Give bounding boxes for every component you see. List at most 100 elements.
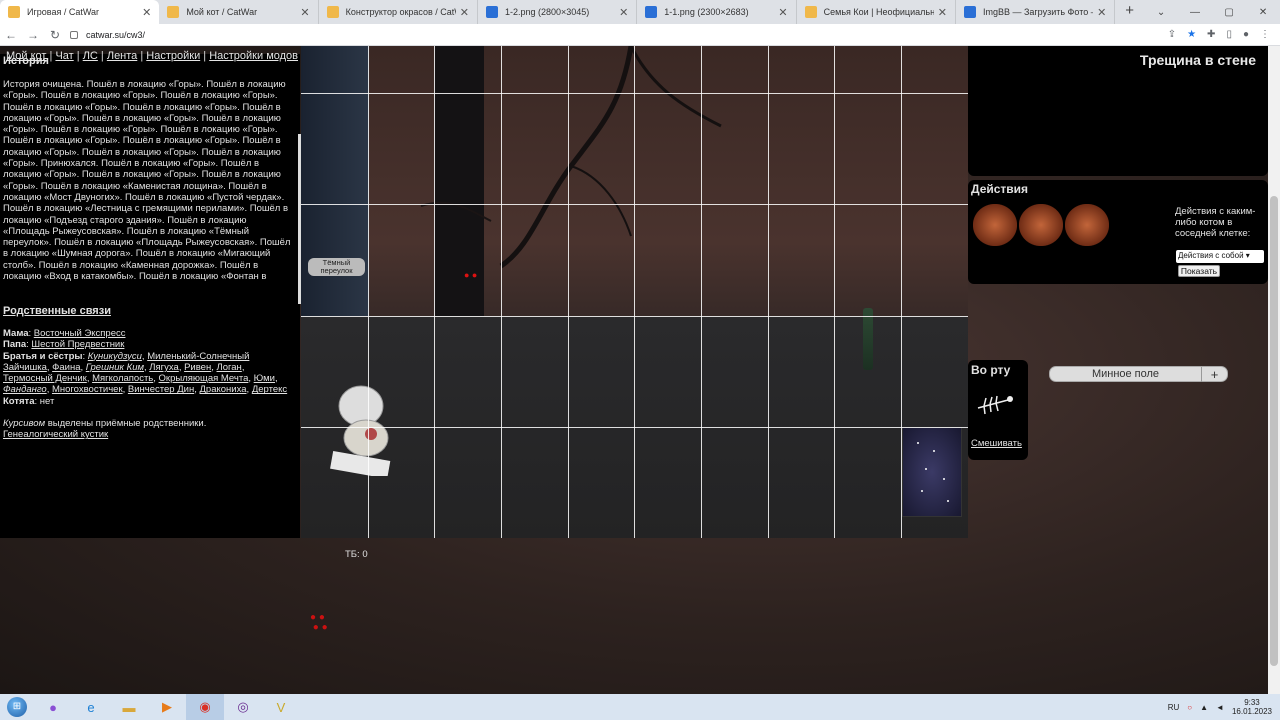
profile-icon[interactable]: ● — [1243, 29, 1249, 40]
cat-action-3-icon[interactable] — [1065, 204, 1109, 246]
ie-icon: e — [87, 699, 95, 715]
sidepanel-icon[interactable]: ▯ — [1226, 29, 1232, 40]
browser-tab-6[interactable]: ImgBB — Загрузить Фото — Хо ✕ — [956, 0, 1116, 24]
tab-title: Семья Кои | Неофициальная гр — [823, 7, 934, 17]
family-tree-link[interactable]: Генеалогический кустик — [3, 429, 108, 440]
sibling-link[interactable]: Термосный Денчик — [3, 373, 87, 384]
sibling-link[interactable]: Ривен — [184, 362, 211, 373]
sibling-link[interactable]: Мягколапость — [92, 373, 153, 384]
sibling-link[interactable]: Окрыляющая Мечта — [159, 373, 249, 384]
tab-title: Игровая / CatWar — [27, 7, 99, 17]
sibling-link[interactable]: Лягуха — [149, 362, 179, 373]
nav-chat[interactable]: Чат — [55, 50, 73, 62]
start-button[interactable]: ⊞ — [0, 694, 34, 720]
maximize-icon[interactable]: ▢ — [1212, 7, 1246, 18]
relatives-title[interactable]: Родственные связи — [3, 305, 111, 317]
show-button[interactable]: Показать — [1178, 265, 1220, 277]
location-grid — [301, 46, 968, 538]
v-app-icon: V — [276, 699, 286, 715]
close-icon[interactable]: ✕ — [938, 6, 947, 19]
taskbar-media[interactable]: ▶ — [148, 694, 186, 720]
nav-settings[interactable]: Настройки — [146, 50, 200, 62]
opera-tray-icon[interactable]: ○ — [1187, 703, 1192, 712]
taskbar-explorer[interactable]: ▬ — [110, 694, 148, 720]
mix-link[interactable]: Смешивать — [971, 438, 1022, 449]
sibling-link[interactable]: Логан — [217, 362, 242, 373]
forward-icon[interactable]: → — [22, 28, 44, 42]
mama-link[interactable]: Восточный Экспресс — [34, 328, 126, 339]
nav-pm[interactable]: ЛС — [83, 50, 98, 62]
sibling-link[interactable]: Грешник Ким — [86, 362, 144, 373]
taskbar-ie[interactable]: e — [72, 694, 110, 720]
browser-tab-0[interactable]: Игровая / CatWar ✕ — [0, 0, 160, 24]
taskbar-app-1[interactable]: ● — [34, 694, 72, 720]
mouth-title: Во рту — [971, 363, 1011, 377]
browser-tab-1[interactable]: Мой кот / CatWar ✕ — [159, 0, 319, 24]
sibling-link[interactable]: Винчестер Дин — [128, 384, 194, 395]
clock[interactable]: 9:33 16.01.2023 — [1232, 698, 1272, 716]
taskbar-v[interactable]: V — [262, 694, 300, 720]
browser-tab-4[interactable]: 1-1.png (2300×2683) ✕ — [637, 0, 797, 24]
browser-tab-3[interactable]: 1-2.png (2800×3045) ✕ — [478, 0, 638, 24]
fishbone-icon[interactable] — [974, 390, 1014, 420]
extensions-icon[interactable]: ✚ — [1207, 29, 1215, 40]
close-icon[interactable]: ✕ — [1097, 6, 1106, 19]
nav-feed[interactable]: Лента — [107, 50, 137, 62]
top-nav: Мой кот | Чат | ЛС | Лента | Настройки |… — [6, 50, 299, 62]
folder-icon: ▬ — [122, 699, 136, 715]
nav-mod-settings[interactable]: Настройки модов — [209, 50, 298, 62]
new-tab-button[interactable]: + — [1115, 0, 1144, 24]
tab-title: Конструктор окрасов / CatWar — [345, 7, 456, 17]
actions-select[interactable]: Действия с собой ▾ — [1176, 250, 1264, 263]
menu-icon[interactable]: ⋮ — [1260, 29, 1270, 40]
minefield-bar[interactable]: Минное поле + — [1049, 366, 1228, 382]
url-field[interactable]: catwar.su/cw3/ — [70, 30, 145, 40]
network-icon[interactable]: ▲ — [1200, 703, 1208, 712]
close-icon[interactable]: ✕ — [460, 6, 469, 19]
location-title: Трещина в стене — [1139, 52, 1256, 68]
media-player-icon: ▶ — [162, 699, 172, 714]
cat-action-1-icon[interactable] — [973, 204, 1017, 246]
tab-title: Мой кот / CatWar — [186, 7, 258, 17]
image-favicon-icon — [485, 6, 498, 18]
browser-tab-2[interactable]: Конструктор окрасов / CatWar ✕ — [319, 0, 478, 24]
sibling-link[interactable]: Многохвостичек — [52, 384, 123, 395]
language-indicator[interactable]: RU — [1168, 703, 1180, 712]
page-scrollbar[interactable] — [1268, 46, 1280, 694]
share-icon[interactable]: ⇪ — [1168, 29, 1176, 40]
bookmark-star-icon[interactable]: ★ — [1187, 29, 1196, 40]
close-icon[interactable]: ✕ — [142, 6, 151, 19]
relatives-list: Мама: Восточный Экспресс Папа: Шестой Пр… — [3, 328, 295, 441]
sibling-link[interactable]: Фаина — [52, 362, 80, 373]
close-icon[interactable]: ✕ — [300, 6, 309, 19]
sibling-link[interactable]: Дракониха — [200, 384, 247, 395]
close-window-icon[interactable]: ✕ — [1246, 7, 1280, 18]
sibling-link[interactable]: Юми — [254, 373, 275, 384]
reload-icon[interactable]: ↻ — [44, 28, 66, 42]
dark-lane-transition[interactable]: Тёмный переулок — [308, 258, 365, 276]
left-panel: История История очищена. Пошёл в локацию… — [0, 54, 302, 538]
minimize-icon[interactable]: — — [1178, 7, 1212, 18]
volume-icon[interactable]: ◄ — [1216, 703, 1224, 712]
sibling-link[interactable]: Фанданго — [3, 384, 47, 395]
adopted-note-italic: Курсивом — [3, 418, 46, 430]
minefield-plus-button[interactable]: + — [1201, 366, 1227, 382]
sibling-link[interactable]: Куникудзуси — [88, 351, 142, 362]
papa-label: Папа — [3, 339, 27, 351]
actions-note: Действия с каким-либо котом в соседней к… — [1175, 206, 1256, 239]
taskbar-chrome[interactable]: ◉ — [186, 694, 224, 720]
cat-action-2-icon[interactable] — [1019, 204, 1063, 246]
kittens-value: нет — [39, 395, 55, 407]
browser-tab-5[interactable]: Семья Кои | Неофициальная гр ✕ — [797, 0, 956, 24]
mama-label: Мама — [3, 328, 29, 339]
catwar-favicon-icon — [804, 6, 817, 18]
papa-link[interactable]: Шестой Предвестник — [31, 339, 124, 350]
close-icon[interactable]: ✕ — [778, 6, 787, 19]
sibling-link[interactable]: Дертекс — [252, 384, 287, 395]
nav-my-cat[interactable]: Мой кот — [6, 50, 46, 62]
tab-search-icon[interactable]: ⌄ — [1144, 7, 1178, 18]
taskbar-tor[interactable]: ◎ — [224, 694, 262, 720]
back-icon[interactable]: ← — [0, 28, 22, 42]
close-icon[interactable]: ✕ — [619, 6, 628, 19]
location-panel: Трещина в стене — [968, 46, 1268, 176]
